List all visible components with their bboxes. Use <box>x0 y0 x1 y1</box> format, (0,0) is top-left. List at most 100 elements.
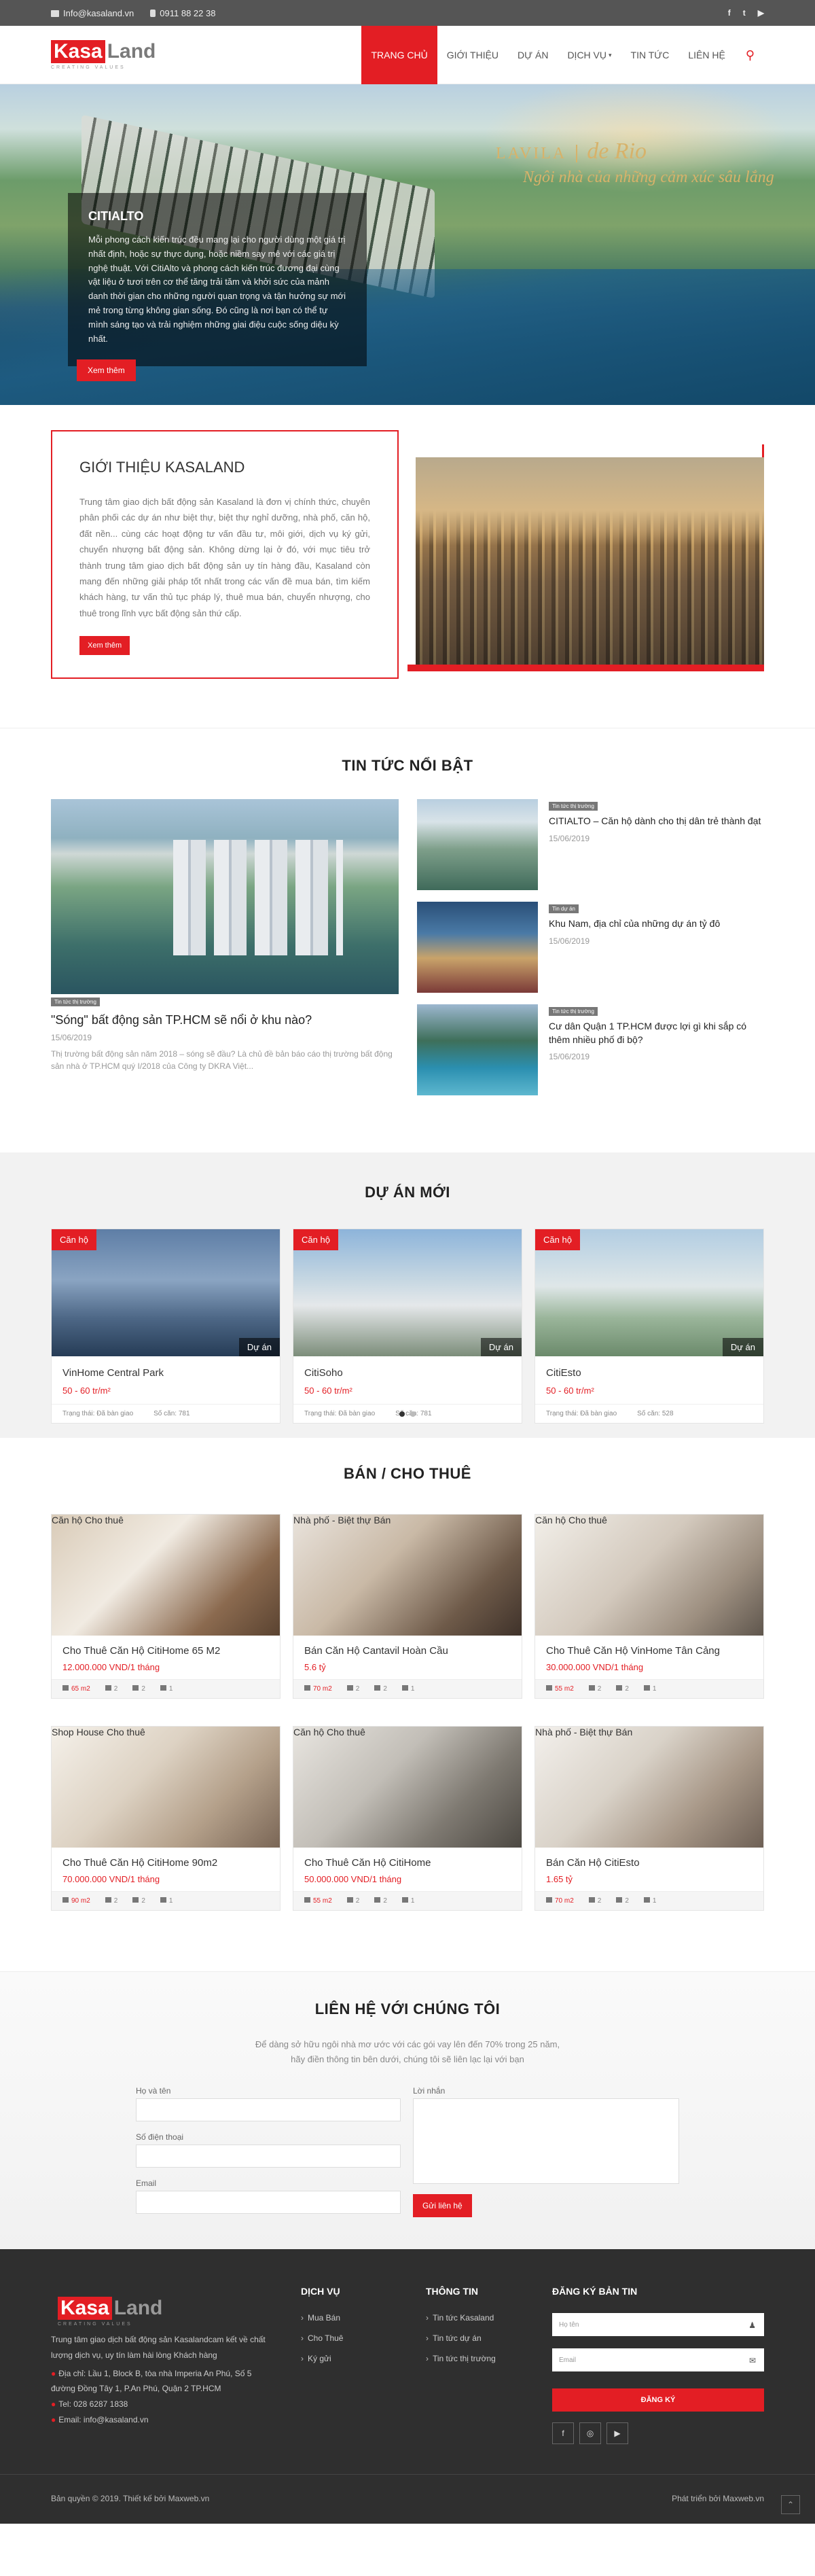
project-card-name[interactable]: VinHome Central Park <box>62 1367 269 1379</box>
project-card-category[interactable]: Căn hộ <box>293 1229 338 1250</box>
news-item-tag[interactable]: Tin dự án <box>549 904 579 913</box>
listing-card-image[interactable]: Shop House Cho thuê <box>52 1727 280 1848</box>
developer-credit[interactable]: Phát triển bởi Maxweb.vn <box>672 2494 764 2503</box>
message-field[interactable] <box>413 2098 679 2184</box>
logo[interactable]: Kasa Land CREATING VALUES <box>51 40 158 70</box>
hero-more-button[interactable]: Xem thêm <box>77 359 136 381</box>
nav-home[interactable]: TRANG CHỦ <box>361 26 437 84</box>
news-item-tag[interactable]: Tin tức thị trường <box>549 1007 598 1016</box>
news-item-title[interactable]: CITIALTO – Căn hộ dành cho thị dân trẻ t… <box>549 815 761 828</box>
carousel-dot[interactable] <box>410 1411 416 1417</box>
facebook-icon[interactable]: f <box>728 8 731 18</box>
name-field[interactable] <box>136 2098 401 2121</box>
project-card[interactable]: Căn hộ Dự án CitiSoho 50 - 60 tr/m² Trạn… <box>293 1229 522 1424</box>
topbar-phone[interactable]: 0911 88 22 38 <box>150 8 215 18</box>
back-to-top-icon[interactable]: ⌃ <box>781 2495 800 2514</box>
news-item[interactable]: Tin tức thị trường Cư dân Quận 1 TP.HCM … <box>417 1004 763 1095</box>
news-item-image[interactable] <box>417 799 538 890</box>
listing-card-category[interactable]: Shop House <box>52 1727 104 1737</box>
project-card-category[interactable]: Căn hộ <box>535 1229 580 1250</box>
listing-card-car-value: 1 <box>410 1685 415 1693</box>
news-item-tag[interactable]: Tin tức thị trường <box>549 802 598 811</box>
listing-card-image[interactable]: Căn hộ Cho thuê <box>52 1515 280 1636</box>
listing-card-bed: 2 <box>105 1897 117 1905</box>
listing-card-price: 1.65 tỷ <box>546 1874 573 1884</box>
nav-services[interactable]: DỊCH VỤ ▾ <box>558 26 621 84</box>
youtube-icon[interactable]: ▶ <box>606 2422 628 2444</box>
listing-card-category[interactable]: Căn hộ <box>293 1727 324 1737</box>
intro-more-button[interactable]: Xem thêm <box>79 636 130 656</box>
contact-submit-button[interactable]: Gửi liên hệ <box>413 2194 472 2217</box>
listing-card-price: 50.000.000 VND/1 tháng <box>304 1874 402 1884</box>
listing-card[interactable]: Nhà phố - Biệt thự Bán Bán Căn Hộ Cantav… <box>293 1514 522 1699</box>
listing-card-image[interactable]: Nhà phố - Biệt thự Bán <box>293 1515 522 1636</box>
subscribe-name-input[interactable]: Họ tên ♟ <box>552 2313 764 2336</box>
bed-icon <box>346 1685 353 1691</box>
nav-projects[interactable]: DỰ ÁN <box>508 26 558 84</box>
hero-title: CITIALTO <box>88 209 144 223</box>
featured-news[interactable]: Tin tức thị trường "Sóng" bất động sản T… <box>51 799 399 1072</box>
listing-card-category[interactable]: Căn hộ <box>52 1515 82 1525</box>
listing-card-name[interactable]: Cho Thuê Căn Hộ CitiHome <box>304 1857 511 1869</box>
footer-link[interactable]: Mua Bán <box>301 2313 343 2323</box>
featured-news-image[interactable] <box>51 799 399 994</box>
listing-card[interactable]: Căn hộ Cho thuê Cho Thuê Căn Hộ CitiHome… <box>51 1514 280 1699</box>
listing-card-category[interactable]: Nhà phố - Biệt thự <box>535 1727 613 1737</box>
footer-info-title: THÔNG TIN <box>426 2286 478 2297</box>
sale-title: BÁN / CHO THUÊ <box>344 1465 471 1482</box>
footer-link[interactable]: Tin tức thị trường <box>426 2354 496 2363</box>
footer-link[interactable]: Tin tức dự án <box>426 2333 496 2343</box>
listing-card[interactable]: Căn hộ Cho thuê Cho Thuê Căn Hộ VinHome … <box>535 1514 764 1699</box>
project-card-name[interactable]: CitiSoho <box>304 1367 511 1379</box>
project-card-image[interactable]: Căn hộ Dự án <box>52 1229 280 1356</box>
nav-contact[interactable]: LIÊN HỆ <box>678 26 734 84</box>
listing-card-name[interactable]: Bán Căn Hộ CitiEsto <box>546 1857 753 1869</box>
nav-about[interactable]: GIỚI THIỆU <box>437 26 508 84</box>
facebook-icon[interactable]: f <box>552 2422 574 2444</box>
listing-card-category[interactable]: Căn hộ <box>535 1515 566 1525</box>
listing-card-name[interactable]: Bán Căn Hộ Cantavil Hoàn Cầu <box>304 1645 511 1657</box>
project-card[interactable]: Căn hộ Dự án VinHome Central Park 50 - 6… <box>51 1229 280 1424</box>
phone-field[interactable] <box>136 2145 401 2168</box>
news-item-title[interactable]: Khu Nam, địa chỉ của những dự án tỷ đô <box>549 917 720 931</box>
news-item-title[interactable]: Cư dân Quận 1 TP.HCM được lợi gì khi sắp… <box>549 1020 763 1046</box>
project-card-category[interactable]: Căn hộ <box>52 1229 96 1250</box>
featured-news-title[interactable]: "Sóng" bất động sản TP.HCM sẽ nổi ở khu … <box>51 1013 399 1027</box>
subscribe-button[interactable]: ĐĂNG KÝ <box>552 2388 764 2412</box>
listing-card-bath: 2 <box>374 1685 387 1693</box>
project-card-image[interactable]: Căn hộ Dự án <box>293 1229 522 1356</box>
search-icon[interactable]: ⚲ <box>735 26 764 84</box>
carousel-dot[interactable] <box>399 1411 405 1417</box>
news-item-image[interactable] <box>417 902 538 993</box>
listing-card-name[interactable]: Cho Thuê Căn Hộ CitiHome 65 M2 <box>62 1645 269 1657</box>
news-item[interactable]: Tin dự án Khu Nam, địa chỉ của những dự … <box>417 902 763 993</box>
listing-card-image[interactable]: Căn hộ Cho thuê <box>535 1515 763 1636</box>
topbar-email[interactable]: Info@kasaland.vn <box>51 8 134 18</box>
youtube-icon[interactable]: ▶ <box>758 8 764 18</box>
listing-card-image[interactable]: Nhà phố - Biệt thự Bán <box>535 1727 763 1848</box>
email-field[interactable] <box>136 2191 401 2214</box>
listing-card-name[interactable]: Cho Thuê Căn Hộ VinHome Tân Cảng <box>546 1645 753 1657</box>
instagram-icon[interactable]: ◎ <box>579 2422 601 2444</box>
footer-link[interactable]: Cho Thuê <box>301 2333 343 2343</box>
listing-card-car: 1 <box>160 1685 173 1693</box>
footer-link[interactable]: Tin tức Kasaland <box>426 2313 496 2323</box>
footer-logo[interactable]: Kasa Land CREATING VALUES <box>58 2297 164 2327</box>
logo-tagline: CREATING VALUES <box>51 65 126 70</box>
listing-card[interactable]: Căn hộ Cho thuê Cho Thuê Căn Hộ CitiHome… <box>293 1726 522 1911</box>
listing-card-image[interactable]: Căn hộ Cho thuê <box>293 1727 522 1848</box>
project-card[interactable]: Căn hộ Dự án CitiEsto 50 - 60 tr/m² Trạn… <box>535 1229 764 1424</box>
listing-card-category[interactable]: Nhà phố - Biệt thự <box>293 1515 371 1525</box>
project-card-name[interactable]: CitiEsto <box>546 1367 753 1379</box>
listing-card[interactable]: Shop House Cho thuê Cho Thuê Căn Hộ Citi… <box>51 1726 280 1911</box>
twitter-icon[interactable]: t <box>743 8 746 18</box>
nav-news[interactable]: TIN TỨC <box>621 26 679 84</box>
subscribe-email-input[interactable]: Email ✉ <box>552 2348 764 2371</box>
listing-card[interactable]: Nhà phố - Biệt thự Bán Bán Căn Hộ CitiEs… <box>535 1726 764 1911</box>
footer-link[interactable]: Ký gửi <box>301 2354 343 2363</box>
featured-news-tag[interactable]: Tin tức thị trường <box>51 998 100 1006</box>
listing-card-name[interactable]: Cho Thuê Căn Hộ CitiHome 90m2 <box>62 1857 269 1869</box>
project-card-image[interactable]: Căn hộ Dự án <box>535 1229 763 1356</box>
news-item[interactable]: Tin tức thị trường CITIALTO – Căn hộ dàn… <box>417 799 763 890</box>
news-item-image[interactable] <box>417 1004 538 1095</box>
